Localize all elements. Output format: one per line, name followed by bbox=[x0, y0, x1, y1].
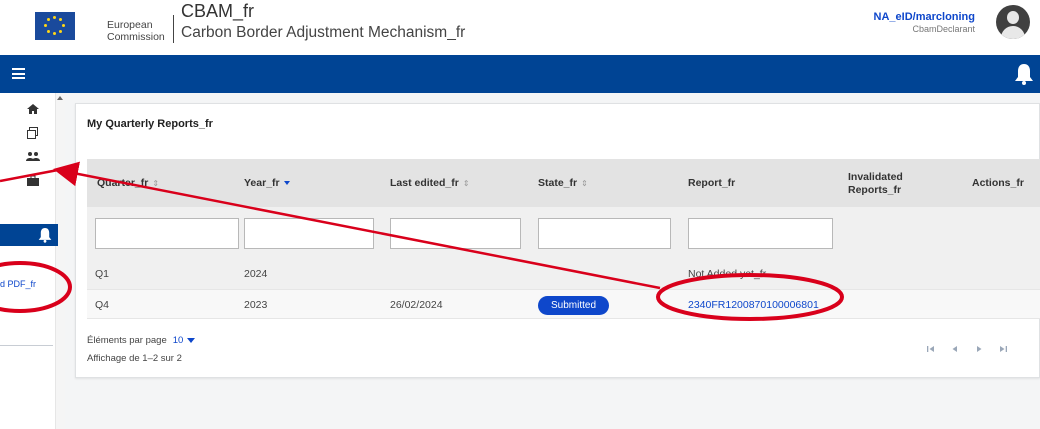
main-content: My Quarterly Reports_fr Quarter_fr ⇕ Year… bbox=[65, 93, 1040, 429]
next-page-icon[interactable] bbox=[973, 344, 985, 354]
avatar[interactable] bbox=[996, 5, 1030, 39]
org-line2: Commission bbox=[107, 31, 165, 43]
year-filter-input[interactable] bbox=[244, 218, 374, 249]
status-badge: Submitted bbox=[538, 296, 610, 315]
card-title: My Quarterly Reports_fr bbox=[87, 118, 213, 130]
sidebar: d PDF_fr bbox=[0, 93, 65, 429]
org-name: European Commission bbox=[107, 19, 165, 43]
items-per-page: Éléments par page 10 bbox=[87, 335, 196, 346]
sort-icon: ⇕ bbox=[581, 179, 588, 188]
first-page-icon[interactable] bbox=[925, 344, 937, 354]
sidebar-bell-icon bbox=[38, 228, 52, 243]
last-edited-cell: 26/02/2024 bbox=[390, 299, 443, 311]
state-filter-input[interactable] bbox=[538, 218, 671, 249]
column-label: Last edited_fr bbox=[390, 177, 459, 189]
top-navigation-bar bbox=[0, 55, 1040, 93]
sidebar-divider bbox=[0, 345, 53, 346]
year-cell: 2023 bbox=[244, 299, 268, 311]
range-text: Affichage de 1–2 sur 2 bbox=[87, 353, 182, 364]
table-row: Q4 2023 26/02/2024 Submitted 2340FR12008… bbox=[87, 289, 1040, 319]
column-label: State_fr bbox=[538, 177, 578, 189]
logo-divider bbox=[173, 15, 174, 43]
home-icon[interactable] bbox=[26, 103, 40, 115]
user-name[interactable]: NA_eID/marcloning bbox=[874, 11, 975, 23]
chevron-down-icon[interactable] bbox=[187, 337, 196, 343]
column-header-report: Report_fr bbox=[688, 177, 735, 189]
sort-icon: ⇕ bbox=[462, 179, 470, 188]
quarter-cell: Q1 bbox=[95, 268, 110, 280]
previous-page-icon[interactable] bbox=[949, 344, 961, 354]
per-page-label: Éléments par page bbox=[87, 335, 167, 346]
app-subtitle: Carbon Border Adjustment Mechanism_fr bbox=[181, 24, 466, 41]
eu-flag-logo bbox=[35, 12, 75, 40]
report-link[interactable]: 2340FR1200870100006801 bbox=[688, 299, 819, 311]
column-label: Quarter_fr bbox=[97, 177, 149, 189]
last-page-icon[interactable] bbox=[997, 344, 1009, 354]
sidebar-notifications[interactable] bbox=[0, 224, 58, 246]
column-label: Report_fr bbox=[688, 177, 736, 189]
menu-icon[interactable] bbox=[12, 68, 25, 79]
bell-icon[interactable] bbox=[1014, 63, 1034, 85]
copy-icon[interactable] bbox=[26, 127, 40, 139]
last-edited-filter-input[interactable] bbox=[390, 218, 521, 249]
users-icon[interactable] bbox=[26, 151, 40, 163]
sidebar-scrollbar[interactable] bbox=[55, 93, 65, 429]
column-header-actions: Actions_fr bbox=[972, 177, 1024, 189]
app-header: European Commission CBAM_fr Carbon Borde… bbox=[0, 0, 1040, 55]
year-cell: 2024 bbox=[244, 268, 268, 280]
sort-desc-icon bbox=[283, 181, 290, 186]
table-header: Quarter_fr ⇕ Year_fr Last edited_fr ⇕ Stat… bbox=[87, 159, 1040, 207]
sort-icon: ⇕ bbox=[152, 179, 160, 188]
report-filter-input[interactable] bbox=[688, 218, 833, 249]
quarter-cell: Q4 bbox=[95, 299, 110, 311]
column-header-state[interactable]: State_fr ⇕ bbox=[538, 177, 588, 189]
table-row: Q1 2024 Not Added yet_fr bbox=[87, 259, 1040, 289]
per-page-select[interactable]: 10 bbox=[173, 335, 184, 346]
column-label: Year_fr bbox=[244, 177, 280, 189]
column-label: Invalidated Reports_fr bbox=[848, 171, 903, 196]
org-line1: European bbox=[107, 19, 153, 31]
quarterly-reports-card: My Quarterly Reports_fr Quarter_fr ⇕ Year… bbox=[75, 103, 1040, 378]
column-header-invalidated-reports: Invalidated Reports_fr bbox=[848, 171, 928, 197]
scroll-up-icon[interactable] bbox=[57, 96, 63, 100]
filter-row bbox=[87, 207, 1040, 259]
report-cell: Not Added yet_fr bbox=[688, 268, 767, 280]
user-role: CbamDeclarant bbox=[912, 24, 975, 34]
column-header-quarter[interactable]: Quarter_fr ⇕ bbox=[97, 177, 159, 189]
column-header-year[interactable]: Year_fr bbox=[244, 177, 290, 189]
column-header-last-edited[interactable]: Last edited_fr ⇕ bbox=[390, 177, 470, 189]
quarter-filter-input[interactable] bbox=[95, 218, 239, 249]
briefcase-icon[interactable] bbox=[26, 175, 40, 187]
column-label: Actions_fr bbox=[972, 177, 1024, 189]
download-pdf-link[interactable]: d PDF_fr bbox=[0, 279, 36, 289]
app-title: CBAM_fr bbox=[181, 1, 255, 21]
